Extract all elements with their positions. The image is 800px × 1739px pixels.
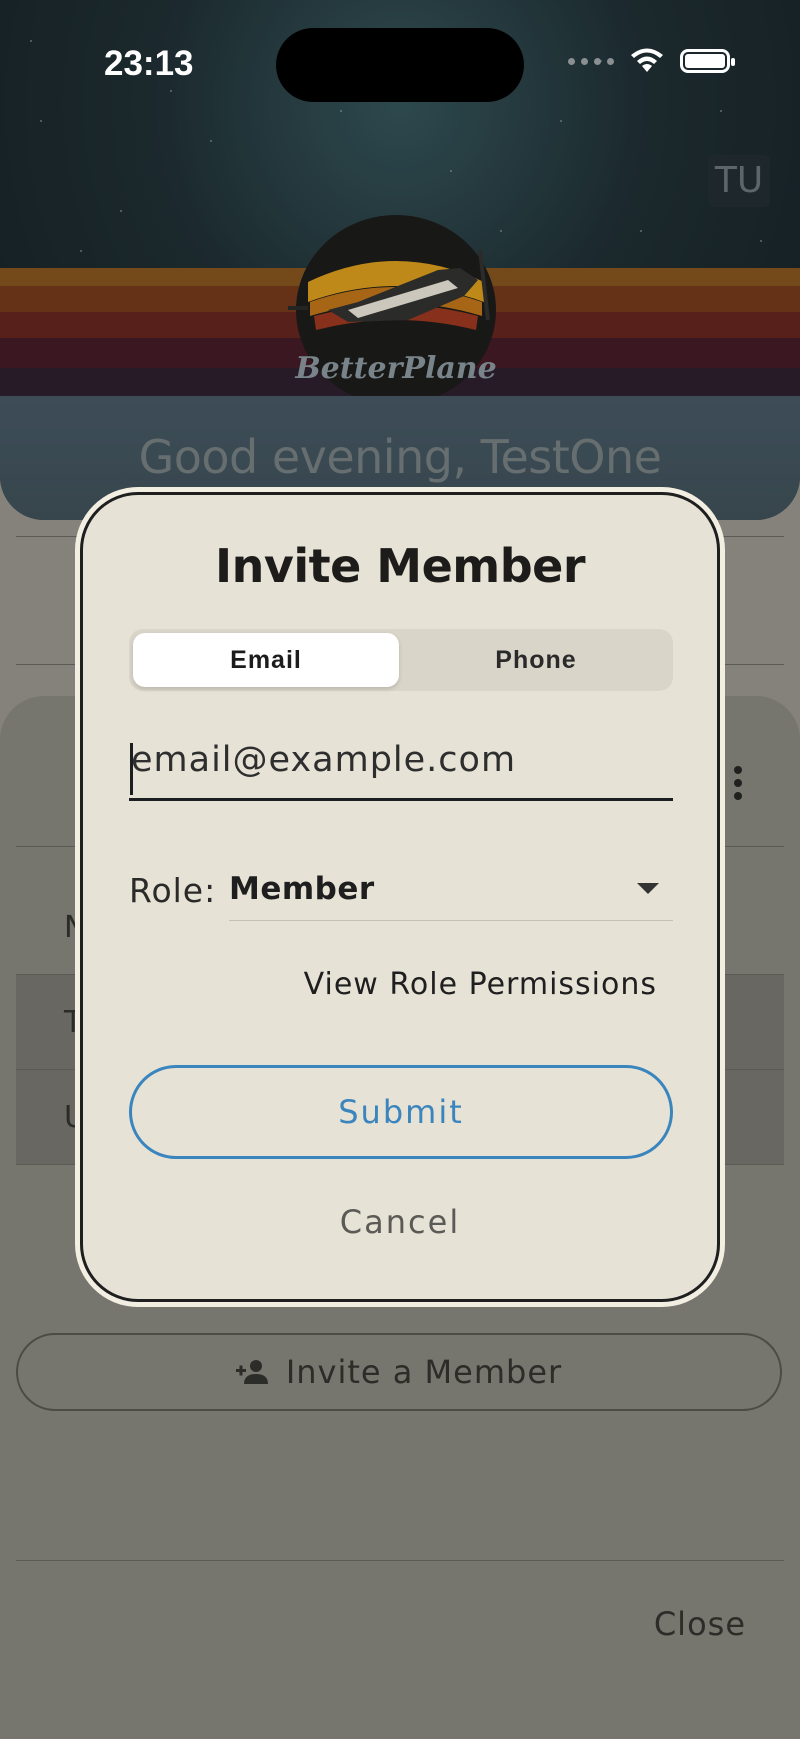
role-label: Role: [129, 871, 217, 910]
cellular-signal-icon [568, 57, 614, 65]
submit-button[interactable]: Submit [129, 1065, 673, 1159]
invite-member-dialog: Invite Member Email Phone Role: Member V… [80, 492, 720, 1302]
role-selected-value: Member [229, 871, 375, 907]
battery-icon [680, 49, 735, 73]
tab-email[interactable]: Email [133, 633, 399, 687]
dropdown-arrow-icon [637, 883, 659, 894]
role-dropdown[interactable]: Member [229, 855, 673, 921]
contact-method-toggle: Email Phone [129, 629, 673, 691]
text-caret [130, 743, 133, 795]
cancel-button[interactable]: Cancel [83, 1203, 717, 1241]
dynamic-island [276, 28, 524, 102]
status-time: 23:13 [104, 44, 194, 83]
status-indicators [568, 48, 735, 74]
tab-phone[interactable]: Phone [403, 633, 669, 687]
email-field[interactable] [129, 721, 673, 801]
wifi-icon [631, 48, 663, 72]
dialog-title: Invite Member [214, 539, 586, 593]
view-role-permissions-link[interactable]: View Role Permissions [304, 967, 657, 1002]
